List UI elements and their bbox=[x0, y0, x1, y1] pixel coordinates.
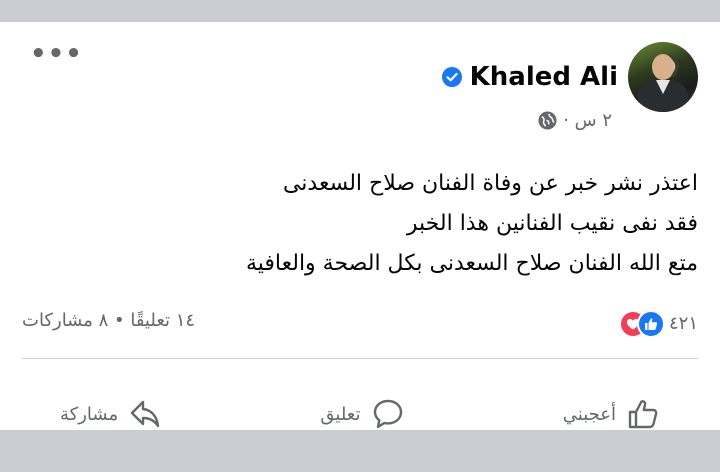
avatar-face bbox=[652, 54, 674, 80]
post-line: اعتذر نشر خبر عن وفاة الفنان صلاح السعدن… bbox=[282, 171, 698, 196]
avatar[interactable] bbox=[628, 42, 698, 112]
post-meta: ٢ س · bbox=[538, 110, 612, 131]
post-line: فقد نفى نقيب الفنانين هذا الخبر bbox=[406, 211, 698, 236]
author-name[interactable]: Khaled Ali bbox=[470, 62, 618, 92]
thumbs-up-icon bbox=[628, 400, 658, 429]
post-stats: ٤٢١ ١٤ تعليقًا • ٨ مشاركات bbox=[22, 310, 698, 340]
share-label: مشاركة bbox=[60, 403, 119, 425]
post-card: ••• Khaled Ali ٢ س · اعتذر نشر خبر عن وف… bbox=[0, 22, 720, 430]
author-row: Khaled Ali bbox=[441, 62, 618, 92]
reaction-icons bbox=[618, 310, 665, 338]
like-reaction-icon bbox=[636, 310, 665, 338]
post-body: اعتذر نشر خبر عن وفاة الفنان صلاح السعدن… bbox=[58, 164, 698, 284]
speech-bubble-icon bbox=[373, 399, 402, 429]
post-line: متع الله الفنان صلاح السعدنى بكل الصحة و… bbox=[245, 251, 698, 276]
comments-shares-count[interactable]: ١٤ تعليقًا • ٨ مشاركات bbox=[22, 310, 195, 331]
share-arrow-icon bbox=[130, 400, 160, 428]
action-bar: أعجبني تعليق مشاركة bbox=[0, 392, 720, 436]
like-button[interactable]: أعجبني bbox=[563, 392, 660, 436]
comment-button[interactable]: تعليق bbox=[320, 392, 404, 436]
share-button[interactable]: مشاركة bbox=[60, 392, 162, 436]
comment-label: تعليق bbox=[320, 403, 361, 425]
globe-icon[interactable] bbox=[538, 111, 557, 130]
divider bbox=[22, 358, 698, 359]
like-label: أعجبني bbox=[562, 403, 616, 425]
post-time[interactable]: ٢ س · bbox=[563, 110, 612, 131]
reactions-count[interactable]: ٤٢١ bbox=[669, 313, 698, 334]
more-options-icon[interactable]: ••• bbox=[30, 41, 83, 67]
verified-badge-icon bbox=[441, 67, 462, 87]
reactions-summary[interactable]: ٤٢١ bbox=[618, 310, 698, 338]
